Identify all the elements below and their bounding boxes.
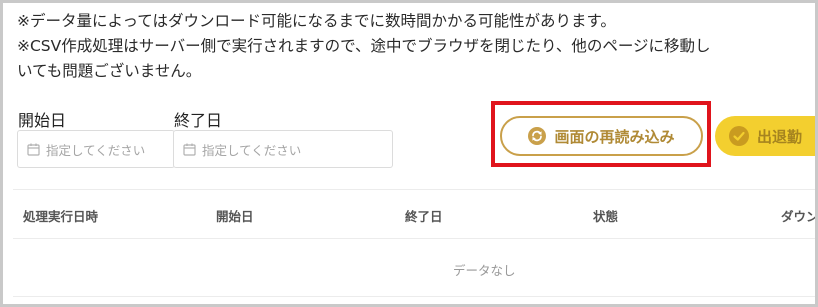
check-circle-icon: [729, 126, 749, 146]
end-date-placeholder: 指定してください: [202, 142, 302, 158]
empty-state-text: データなし: [453, 263, 516, 278]
calendar-icon: [183, 143, 196, 156]
start-date-input[interactable]: 指定してください: [17, 130, 175, 168]
table-empty-row: データなし: [13, 238, 815, 297]
end-date-label: 終了日: [174, 111, 223, 130]
export-button[interactable]: 出退勤: [715, 116, 815, 156]
column-header[interactable]: 処理実行日時: [23, 206, 98, 225]
column-header[interactable]: 終了日: [405, 206, 443, 225]
notice-line-2: ※CSV作成処理はサーバー側で実行されますので、途中でブラウザを閉じたり、他のペ…: [17, 37, 711, 55]
start-date-placeholder: 指定してください: [46, 142, 146, 158]
end-date-input[interactable]: 指定してください: [173, 130, 393, 168]
column-header[interactable]: 状態: [593, 206, 618, 225]
notice-line-1: ※データ量によってはダウンロード可能になるまでに数時間かかる可能性があります。: [17, 12, 616, 30]
highlight-box: [491, 101, 711, 167]
notice-line-3: いても問題ございません。: [17, 62, 202, 80]
start-date-label: 開始日: [18, 111, 67, 130]
table-header: 処理実行日時 開始日 終了日 状態 ダウン: [13, 189, 815, 239]
notice-text: ※データ量によってはダウンロード可能になるまでに数時間かかる可能性があります。 …: [17, 9, 711, 84]
calendar-icon: [27, 143, 40, 156]
column-header[interactable]: 開始日: [216, 206, 254, 225]
column-header[interactable]: ダウン: [781, 206, 815, 225]
page-frame: ※データ量によってはダウンロード可能になるまでに数時間かかる可能性があります。 …: [0, 0, 818, 307]
export-button-label: 出退勤: [757, 127, 803, 146]
